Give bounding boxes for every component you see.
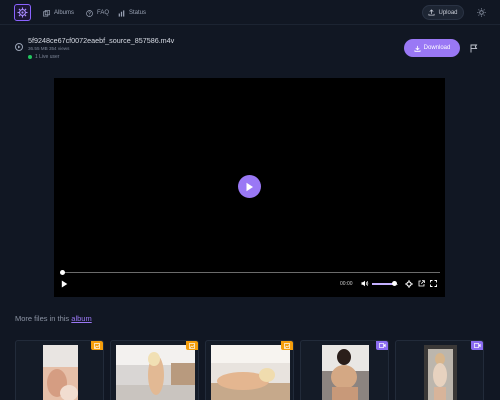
volume-handle[interactable] xyxy=(391,281,397,286)
download-icon xyxy=(414,45,421,52)
nav-faq[interactable]: FAQ xyxy=(86,8,109,18)
progress-bar[interactable] xyxy=(62,272,440,273)
fullscreen-icon xyxy=(430,280,437,287)
video-type-icon xyxy=(378,343,386,348)
file-meta: 36.55 MB 354 views xyxy=(28,46,70,51)
gear-logo-icon xyxy=(17,7,28,18)
external-link-icon xyxy=(418,280,425,287)
play-icon xyxy=(246,182,253,191)
file-card[interactable] xyxy=(15,340,104,400)
theme-toggle-button[interactable] xyxy=(474,5,489,20)
play-control-icon xyxy=(61,280,68,287)
image-type-icon xyxy=(94,342,100,349)
image-type-icon xyxy=(284,342,290,349)
logo-icon[interactable] xyxy=(14,4,31,21)
live-users-label: 1 Live user xyxy=(35,54,60,60)
album-link[interactable]: album xyxy=(71,314,91,323)
volume-level xyxy=(372,283,395,285)
download-button[interactable]: Download xyxy=(404,39,460,57)
albums-icon xyxy=(43,9,50,16)
file-card[interactable] xyxy=(205,340,294,400)
play-small-icon xyxy=(18,45,21,49)
video-type-icon xyxy=(473,343,481,348)
nav-faq-label: FAQ xyxy=(97,10,110,16)
video-badge xyxy=(376,341,388,350)
file-card[interactable] xyxy=(110,340,199,400)
more-files-heading: More files in this album xyxy=(15,314,92,323)
top-nav-bar: Albums FAQ Status Upload xyxy=(0,0,500,25)
fullscreen-button[interactable] xyxy=(429,279,438,288)
upload-label: Upload xyxy=(438,9,458,16)
popout-button[interactable] xyxy=(417,279,426,288)
video-player[interactable]: 00:00 xyxy=(54,78,445,297)
video-file-icon xyxy=(15,43,23,51)
upload-button[interactable]: Upload xyxy=(422,5,464,20)
status-icon xyxy=(118,9,125,17)
settings-button[interactable] xyxy=(404,279,413,288)
current-time: 00:00 xyxy=(340,281,353,287)
faq-icon xyxy=(86,9,93,17)
thumbnail-image xyxy=(424,345,457,400)
live-users-status: 1 Live user xyxy=(28,54,59,60)
big-play-button[interactable] xyxy=(238,175,261,198)
nav-albums-label: Albums xyxy=(54,10,75,16)
file-card[interactable] xyxy=(300,340,389,400)
flag-icon xyxy=(470,44,478,52)
sun-icon xyxy=(477,8,486,17)
settings-gear-icon xyxy=(404,279,413,288)
nav-status-label: Status xyxy=(129,10,147,16)
file-name: 5f9248ce67cf0072eaebf_source_857586.m4v xyxy=(28,36,175,45)
upload-icon xyxy=(428,9,436,16)
mute-button[interactable] xyxy=(360,279,369,288)
play-control-button[interactable] xyxy=(60,279,69,288)
progress-handle[interactable] xyxy=(60,270,65,275)
volume-icon xyxy=(361,280,368,287)
more-files-prefix: More files in this xyxy=(15,314,70,323)
image-badge xyxy=(186,341,198,350)
report-button[interactable] xyxy=(468,42,480,54)
download-label: Download xyxy=(423,45,451,51)
image-badge xyxy=(281,341,293,350)
video-badge xyxy=(471,341,483,350)
thumbnail-image xyxy=(211,345,290,400)
image-badge xyxy=(91,341,103,350)
thumbnail-image xyxy=(43,345,78,400)
thumbnail-image xyxy=(116,345,195,400)
file-card[interactable] xyxy=(395,340,484,400)
nav-albums[interactable]: Albums xyxy=(43,8,74,18)
nav-status[interactable]: Status xyxy=(118,8,146,18)
live-dot-icon xyxy=(28,55,32,59)
image-type-icon xyxy=(189,342,195,349)
thumbnail-image xyxy=(322,345,369,400)
